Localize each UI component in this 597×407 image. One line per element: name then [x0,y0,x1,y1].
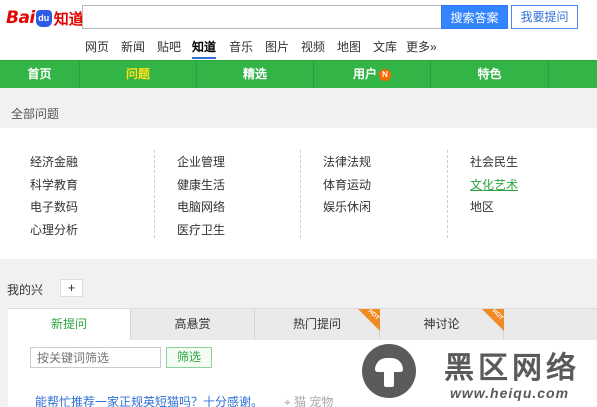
watermark-title: 黑区网络 [444,352,580,385]
baidu-zhidao-logo[interactable]: Bai du 知道 [6,7,84,29]
category-link-active[interactable]: 文化艺术 [470,176,518,193]
tab-hot-questions-label: 热门提问 [292,317,341,331]
nav-users-label: 用户 [352,67,377,81]
watermark-url: www.heiqu.com [450,385,570,401]
nav-questions[interactable]: 问题 [80,61,197,88]
ask-question-button[interactable]: 我要提问 [511,5,578,29]
all-questions-title: 全部问题 [11,107,60,121]
search-input[interactable] [82,5,441,29]
my-interests-label: 我的兴 [7,283,44,297]
channel-news[interactable]: 新闻 [121,39,145,55]
category-link[interactable]: 电脑网络 [177,198,225,215]
channel-map[interactable]: 地图 [337,39,361,55]
channel-music[interactable]: 音乐 [229,39,253,55]
question-tag-list[interactable]: 猫 宠物 [294,395,333,407]
hot-tag-text: HOT [491,309,504,322]
hot-tag-text: HOT [367,309,380,322]
category-link[interactable]: 企业管理 [177,153,225,170]
logo-bai-text: Bai [6,8,35,28]
add-interest-button[interactable]: + [60,279,83,297]
mushroom-cap-icon [375,358,403,372]
tab-high-reward-label: 高悬赏 [174,317,211,331]
category-link[interactable]: 医疗卫生 [177,221,225,238]
category-link[interactable]: 娱乐休闲 [323,198,371,215]
nav-special-label: 特色 [477,67,502,81]
column-divider [300,150,301,238]
column-divider [154,150,155,238]
channel-video[interactable]: 视频 [301,39,325,55]
nav-home[interactable]: 首页 [0,61,80,88]
filter-button[interactable]: 筛选 [166,347,212,368]
nav-questions-label: 问题 [125,67,150,81]
mushroom-logo-icon [362,344,416,398]
nav-featured[interactable]: 精选 [197,61,314,88]
hot-tag-icon: HOT [482,309,504,331]
keyword-filter-input[interactable] [30,347,161,368]
channel-images[interactable]: 图片 [265,39,289,55]
nav-home-label: 首页 [27,67,52,81]
category-link[interactable]: 电子数码 [30,198,78,215]
top-header: Bai du 知道 搜索答案 我要提问 [0,0,597,37]
question-tabs: 新提问 高悬赏 热门提问 HOT 神讨论 HOT [8,308,597,342]
category-link[interactable]: 科学教育 [30,176,78,193]
nav-special[interactable]: 特色 [431,61,549,88]
paw-icon: du [35,9,52,27]
channel-tieba[interactable]: 贴吧 [157,39,181,55]
main-nav: 首页 问题 精选 用户 N 特色 [0,60,597,88]
mushroom-stem-icon [384,371,394,387]
category-link[interactable]: 地区 [470,198,494,215]
category-panel: 经济金融 科学教育 电子数码 心理分析 企业管理 健康生活 电脑网络 医疗卫生 … [0,128,597,259]
logo-zhidao-text: 知道 [53,10,84,28]
category-link[interactable]: 健康生活 [177,176,225,193]
channel-more[interactable]: 更多» [406,39,437,55]
question-tags: ⌖ 猫 宠物 [284,393,333,407]
category-link[interactable]: 心理分析 [30,221,78,238]
site-watermark: 黑区网络 www.heiqu.com [358,338,597,407]
tab-high-reward[interactable]: 高悬赏 [131,309,255,340]
search-answer-button[interactable]: 搜索答案 [441,5,508,29]
category-link[interactable]: 体育运动 [323,176,371,193]
tab-new-questions[interactable]: 新提问 [8,309,131,342]
category-link[interactable]: 经济金融 [30,153,78,170]
nav-users[interactable]: 用户 N [314,61,431,88]
category-link[interactable]: 法律法规 [323,153,371,170]
tag-icon: ⌖ [284,395,295,407]
new-badge: N [379,69,391,81]
column-divider [447,150,448,238]
question-title-link[interactable]: 能帮忙推荐一家正规英短猫吗？十分感谢。 [35,393,263,407]
channel-nav: 网页 新闻 贴吧 知道 音乐 图片 视频 地图 文库 更多» [0,37,597,60]
channel-wenku[interactable]: 文库 [373,39,397,55]
tab-new-questions-label: 新提问 [50,317,87,331]
tab-discussion-label: 神讨论 [423,317,460,331]
channel-web[interactable]: 网页 [85,39,109,55]
hot-tag-icon: HOT [358,309,380,331]
channel-zhidao[interactable]: 知道 [192,39,217,59]
nav-featured-label: 精选 [242,67,267,81]
category-link[interactable]: 社会民生 [470,153,518,170]
